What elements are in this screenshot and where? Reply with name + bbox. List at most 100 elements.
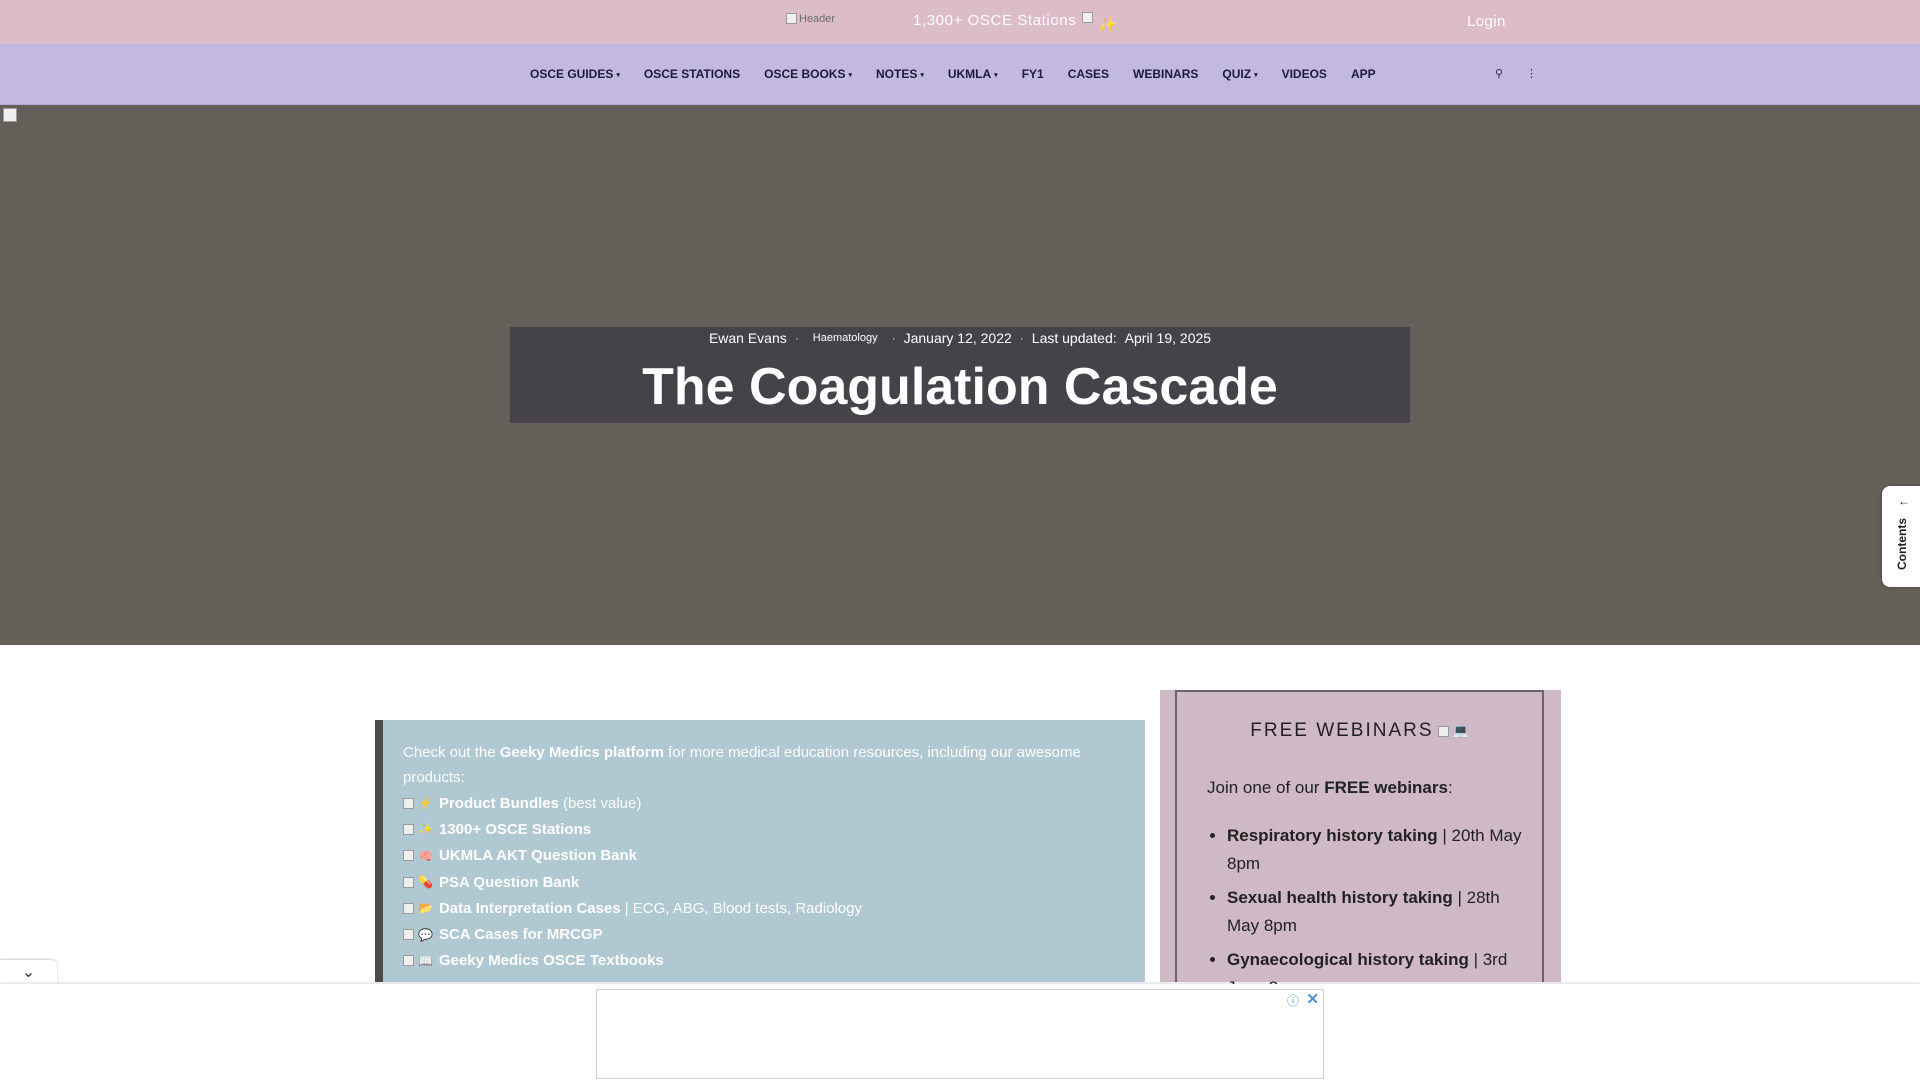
meta-separator: ·: [1019, 331, 1024, 345]
laptop-icon: 💻: [1452, 723, 1469, 738]
arrow-left-icon: ←: [1898, 494, 1910, 508]
nav-item-app[interactable]: APP: [1351, 67, 1376, 81]
menu-icon[interactable]: ⋮: [1526, 67, 1537, 80]
webinars-intro-suffix: :: [1447, 778, 1453, 797]
broken-image-icon: [1437, 725, 1449, 737]
promo-link[interactable]: 1,300+ OSCE Stations ✨: [913, 12, 1117, 33]
product-list: ⚡ Product Bundles (best value) ✨ 1300+ OSCE …: [403, 790, 862, 974]
nav-item-ukmla[interactable]: UKMLA ▾: [948, 67, 998, 81]
contents-label: Contents: [1895, 518, 1909, 570]
product-link[interactable]: SCA Cases for MRCGP: [439, 926, 603, 943]
promo-intro-prefix: Check out the: [403, 744, 500, 761]
product-link[interactable]: Geeky Medics OSCE Textbooks: [439, 952, 664, 969]
nav-item-osce-guides[interactable]: OSCE GUIDES ▾: [530, 67, 620, 81]
product-emoji-icon: ⚡: [418, 796, 433, 811]
nav-item-webinars[interactable]: WEBINARS: [1133, 67, 1198, 81]
ad-frame[interactable]: ⓘ ✕: [596, 989, 1324, 1079]
product-link[interactable]: Data Interpretation Cases: [439, 900, 621, 917]
close-icon[interactable]: ✕: [1306, 990, 1319, 1008]
sparkles-icon: ✨: [1099, 16, 1118, 32]
product-link[interactable]: Product Bundles: [439, 795, 559, 812]
nav-item-label: OSCE BOOKS: [764, 67, 846, 81]
ad-bar: ⓘ ✕: [0, 984, 1920, 1080]
nav-item-cases[interactable]: CASES: [1068, 67, 1109, 81]
broken-image-icon: [403, 797, 414, 809]
broken-image-icon: [403, 955, 414, 967]
login-link[interactable]: Login: [1467, 13, 1506, 30]
nav-item-label: QUIZ: [1222, 67, 1252, 81]
nav-item-osce-books[interactable]: OSCE BOOKS ▾: [764, 67, 852, 81]
product-list-item: 📖 Geeky Medics OSCE Textbooks: [403, 948, 862, 974]
search-icon[interactable]: ⚲: [1495, 67, 1503, 80]
article-meta: Ewan Evans · Haematology · January 12, 2…: [510, 330, 1410, 346]
webinars-widget: FREE WEBINARS 💻 Join one of our FREE web…: [1160, 690, 1561, 997]
nav-item-label: CASES: [1067, 67, 1110, 81]
chevron-down-icon: ▾: [848, 72, 852, 79]
info-icon[interactable]: ⓘ: [1287, 992, 1299, 1009]
webinars-frame: FREE WEBINARS 💻 Join one of our FREE web…: [1175, 690, 1544, 997]
title-box: Ewan Evans · Haematology · January 12, 2…: [510, 327, 1410, 423]
broken-image-icon: [403, 929, 414, 941]
webinars-intro-bold: FREE webinars: [1324, 778, 1448, 797]
chevron-down-icon: ▾: [616, 72, 620, 79]
page-title: The Coagulation Cascade: [642, 358, 1278, 416]
nav-item-label: VIDEOS: [1281, 67, 1327, 81]
webinar-name-link[interactable]: Sexual health history taking: [1227, 888, 1453, 907]
webinar-name-link[interactable]: Respiratory history taking: [1227, 826, 1438, 845]
product-link[interactable]: UKMLA AKT Question Bank: [439, 847, 637, 864]
nav-item-quiz[interactable]: QUIZ ▾: [1222, 67, 1257, 81]
product-list-item: ⚡ Product Bundles (best value): [403, 790, 862, 816]
broken-image-icon: [403, 876, 414, 888]
main-nav: OSCE GUIDES ▾ OSCE STATIONS OSCE BOOKS ▾ NOTE…: [0, 44, 1920, 105]
nav-item-label: APP: [1350, 67, 1376, 81]
webinar-list: Respiratory history taking | 20th May 8p…: [1227, 822, 1527, 1008]
category-link[interactable]: Haematology: [813, 332, 878, 344]
author-link[interactable]: Ewan Evans: [709, 330, 787, 346]
broken-image-icon: [403, 850, 414, 862]
promo-text: 1,300+ OSCE Stations: [913, 12, 1077, 29]
broken-image-icon: [403, 902, 414, 914]
meta-separator: ·: [891, 331, 896, 345]
chevron-down-icon: ⌄: [21, 964, 36, 981]
nav-item-label: OSCE GUIDES: [530, 67, 614, 81]
platform-link[interactable]: Geeky Medics platform: [500, 744, 664, 761]
nav-item-label: UKMLA: [947, 67, 992, 81]
updated-date: April 19, 2025: [1124, 330, 1212, 346]
broken-image-icon: [1082, 12, 1094, 23]
nav-item-label: NOTES: [875, 67, 918, 81]
product-list-item: 📂 Data Interpretation Cases | ECG, ABG, Bl…: [403, 895, 862, 921]
chevron-down-icon: ▾: [920, 72, 924, 79]
product-list-item: 🧠 UKMLA AKT Question Bank: [403, 843, 862, 869]
hero-banner: Ewan Evans · Haematology · January 12, 2…: [0, 105, 1920, 645]
product-list-item: 💊 PSA Question Bank: [403, 869, 862, 895]
nav-item-videos[interactable]: VIDEOS: [1282, 67, 1327, 81]
webinars-intro-prefix: Join one of our: [1207, 778, 1325, 797]
nav-item-label: WEBINARS: [1133, 67, 1199, 81]
published-date: January 12, 2022: [903, 330, 1012, 346]
webinars-title-text: FREE WEBINARS: [1250, 720, 1434, 741]
updated-label: Last updated:: [1031, 330, 1117, 346]
product-emoji-icon: 💊: [418, 875, 433, 890]
chevron-down-icon: ▾: [1254, 72, 1258, 79]
nav-item-fy1[interactable]: FY1: [1022, 67, 1044, 81]
broken-image-icon: [786, 13, 797, 24]
collapse-ad-button[interactable]: ⌄: [0, 960, 57, 987]
nav-item-notes[interactable]: NOTES ▾: [876, 67, 924, 81]
webinar-name-link[interactable]: Gynaecological history taking: [1227, 950, 1469, 969]
product-link[interactable]: PSA Question Bank: [439, 874, 579, 891]
webinar-item: Respiratory history taking | 20th May 8p…: [1227, 822, 1527, 878]
product-list-item: ✨ 1300+ OSCE Stations: [403, 816, 862, 842]
chevron-down-icon: ▾: [994, 72, 998, 79]
top-bar: Header 1,300+ OSCE Stations ✨ Login: [0, 0, 1920, 44]
promo-box: Check out the Geeky Medics platform for …: [375, 720, 1145, 982]
site-logo[interactable]: Header: [786, 13, 844, 29]
nav-items: OSCE GUIDES ▾ OSCE STATIONS OSCE BOOKS ▾ NOTE…: [530, 44, 1376, 104]
webinars-title: FREE WEBINARS 💻: [1177, 720, 1542, 742]
nav-item-osce-stations[interactable]: OSCE STATIONS: [644, 67, 740, 81]
contents-toggle[interactable]: ← Contents: [1882, 486, 1920, 587]
broken-image-icon: [3, 108, 17, 122]
meta-separator: ·: [794, 331, 799, 345]
product-link[interactable]: 1300+ OSCE Stations: [439, 821, 591, 838]
nav-item-label: FY1: [1021, 67, 1044, 81]
nav-item-label: OSCE STATIONS: [643, 67, 741, 81]
